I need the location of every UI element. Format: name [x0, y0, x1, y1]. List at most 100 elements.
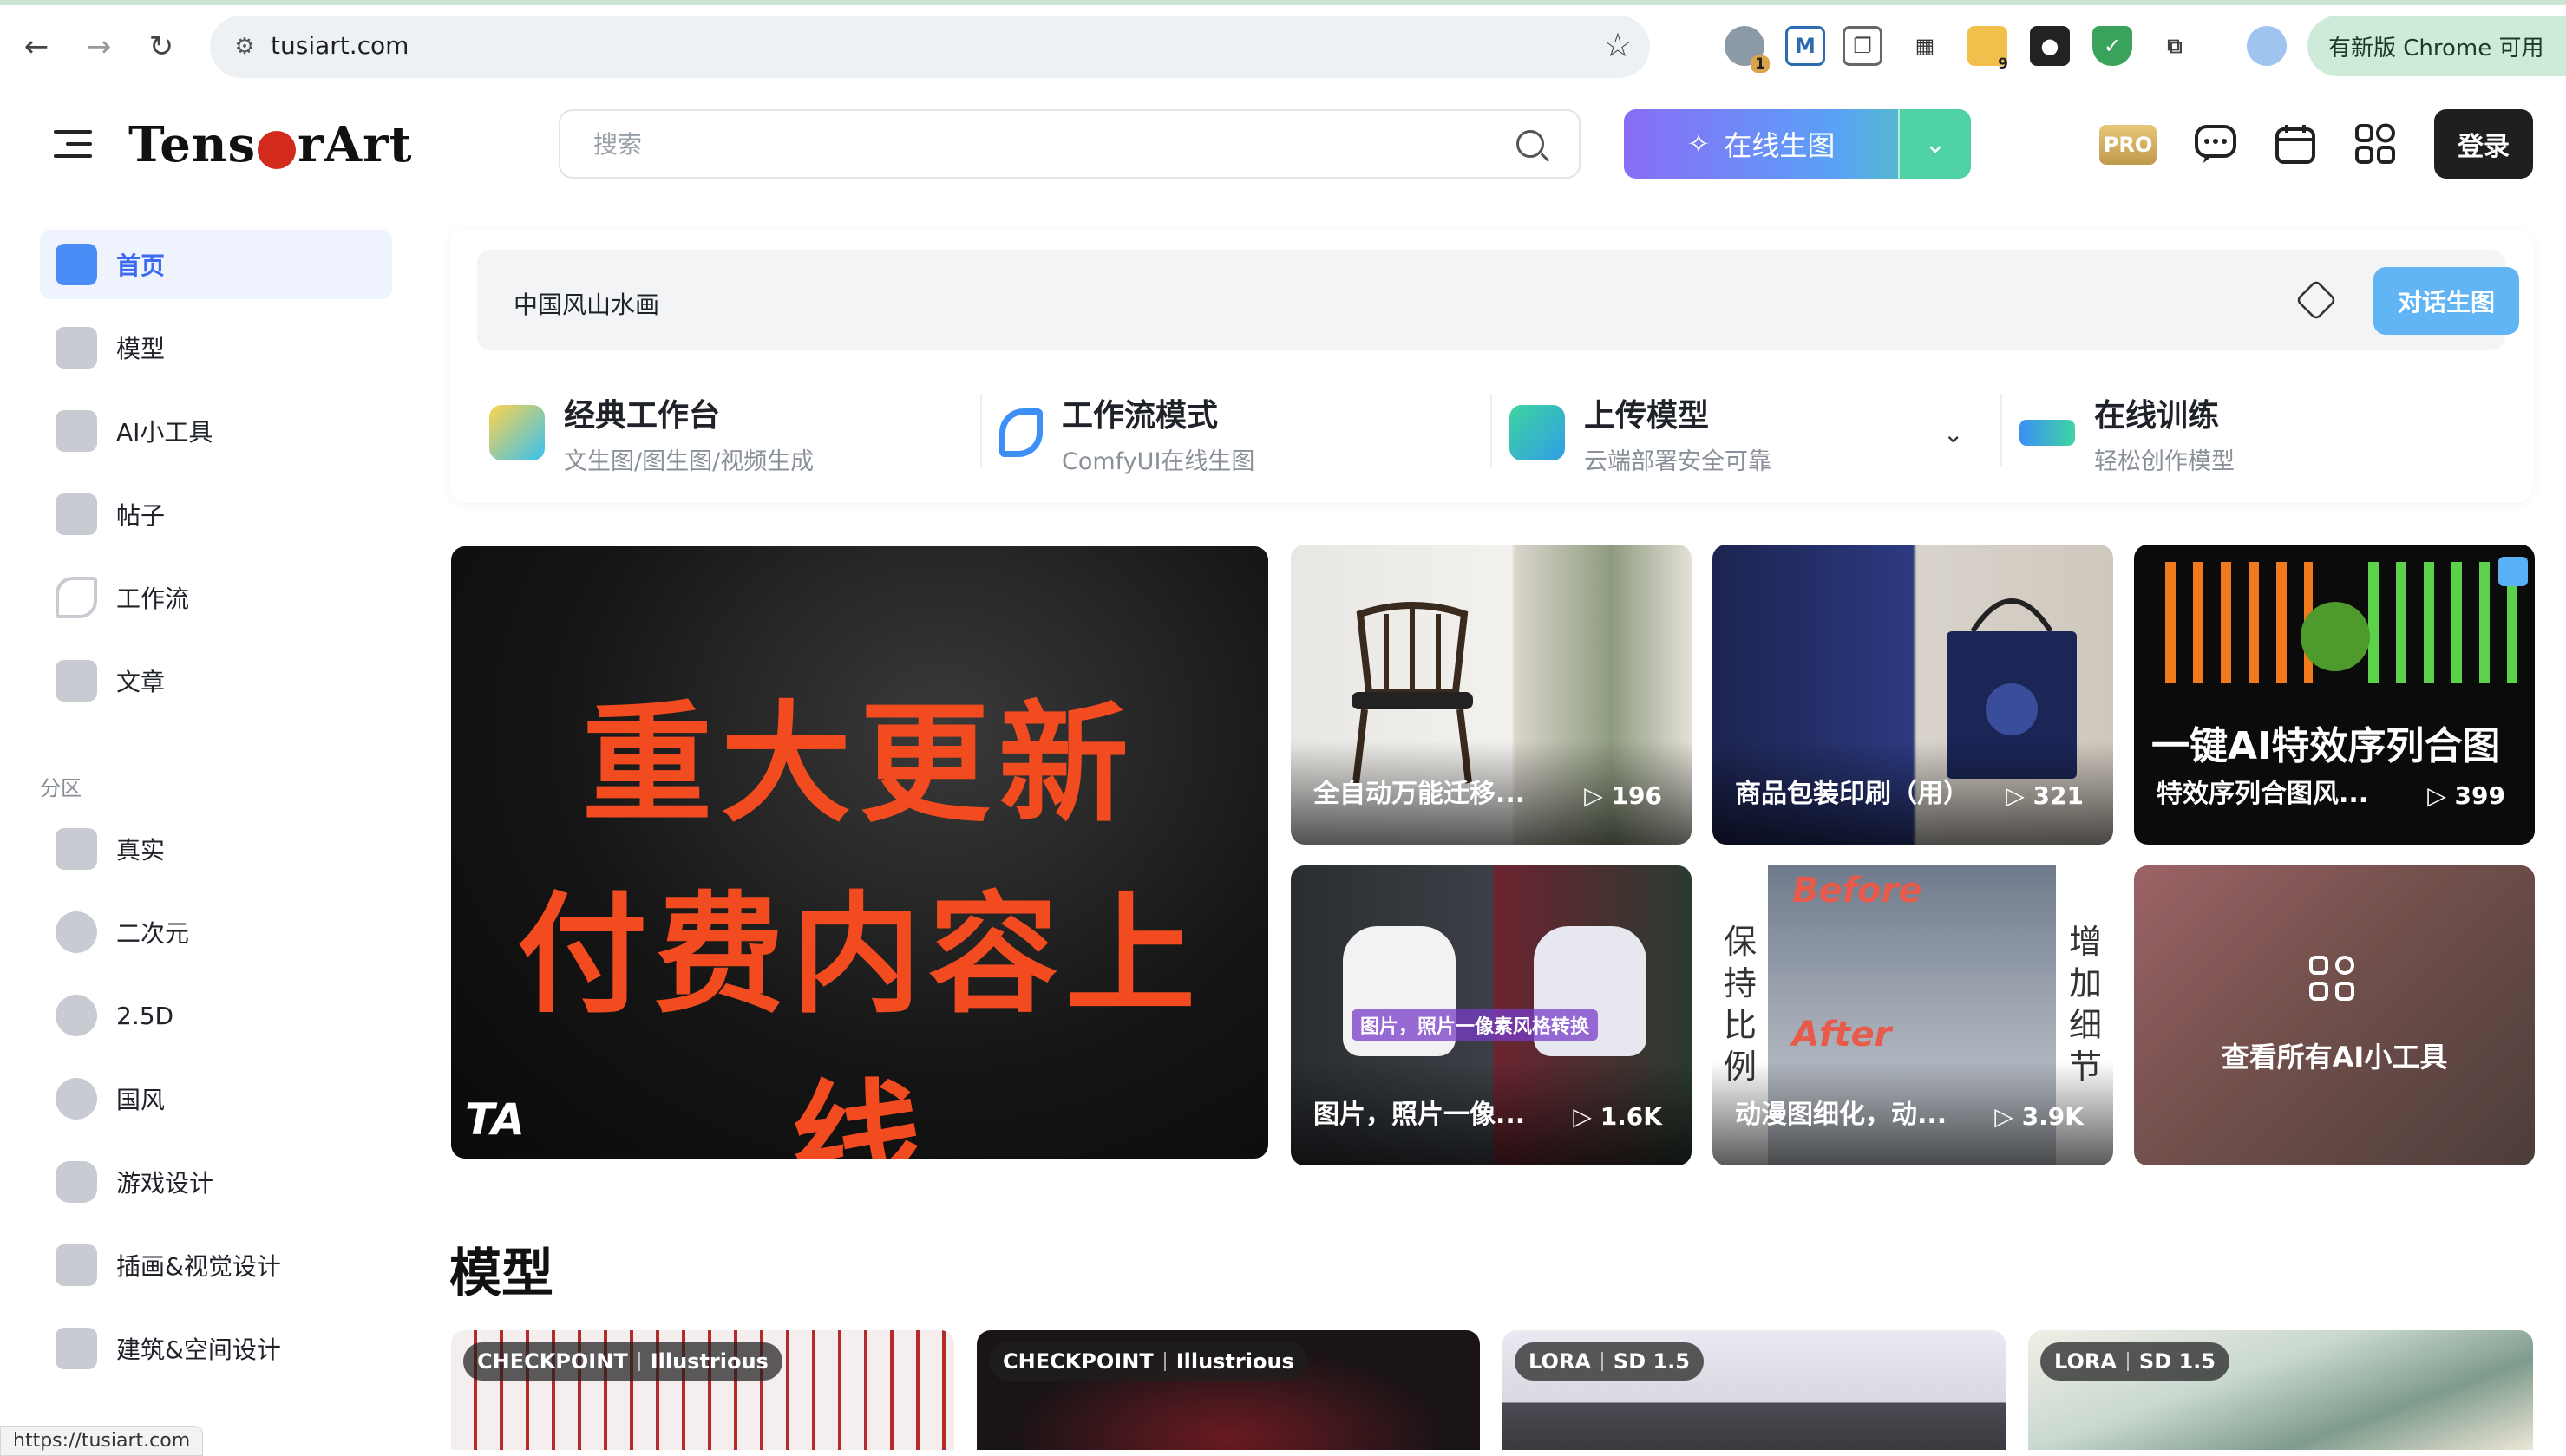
banner-headline: 重大更新	[581, 689, 1137, 840]
extension-qr-icon[interactable]: ▦	[1905, 26, 1945, 66]
article-icon	[56, 660, 97, 702]
banner-brand-logo: TA	[465, 1094, 525, 1145]
sidebar-zone-game-design[interactable]: 游戏设计	[40, 1147, 392, 1217]
model-card[interactable]: CHECKPOINT Illustrious	[451, 1330, 954, 1450]
fire-sprites-image	[2148, 562, 2313, 683]
extension-1-badge: 1	[1751, 55, 1770, 73]
models-section-title: 模型	[449, 1244, 553, 1304]
mode-workflow[interactable]: 工作流模式 ComfyUI在线生图	[999, 385, 1254, 480]
reload-icon[interactable]: ↻	[137, 23, 186, 71]
tool-overlay-title: 图片，照片一像素风格转换	[1352, 1009, 1599, 1041]
search-icon[interactable]	[1516, 130, 1544, 158]
menu-collapse-icon[interactable]	[54, 127, 92, 161]
tool-name: 特效序列合图风...	[2157, 779, 2369, 809]
tool-card-migration[interactable]: 全自动万能迁移... ▷ 196	[1291, 545, 1692, 845]
mode-title: 工作流模式	[1062, 397, 1219, 434]
mode-subtitle: 文生图/图生图/视频生成	[564, 447, 815, 475]
promo-banner[interactable]: 重大更新 付费内容上线 TA	[451, 546, 1268, 1159]
model-type: LORA	[1528, 1349, 1591, 1374]
model-base: Illustrious	[1175, 1349, 1294, 1374]
site-settings-icon[interactable]: ⚙	[226, 28, 264, 66]
url-text[interactable]: tusiart.com	[271, 31, 409, 60]
chevron-down-icon[interactable]: ⌄	[1943, 420, 1963, 448]
model-card[interactable]: CHECKPOINT Illustrious	[977, 1330, 1480, 1450]
site-search[interactable]	[559, 109, 1581, 179]
model-type-tag: LORA SD 1.5	[1515, 1342, 1704, 1381]
sidebar-item-home[interactable]: 首页	[40, 230, 392, 299]
model-card[interactable]: LORA SD 1.5	[1502, 1330, 2006, 1450]
tensorart-logo[interactable]: Tens rArt	[128, 114, 412, 175]
mode-upload-model[interactable]: 上传模型 云端部署安全可靠	[1509, 385, 1771, 480]
sidebar-zone-anime[interactable]: 二次元	[40, 898, 392, 967]
extension-m-icon[interactable]: M	[1785, 26, 1825, 66]
online-generate-main[interactable]: ✧ 在线生图	[1624, 109, 1898, 179]
sidebar-zone-guofeng[interactable]: 国风	[40, 1064, 392, 1133]
model-base: SD 1.5	[1613, 1349, 1690, 1374]
sidebar-item-posts[interactable]: 帖子	[40, 480, 392, 549]
login-button[interactable]: 登录	[2434, 109, 2533, 179]
sidebar-zone-illustration[interactable]: 插画&视觉设计	[40, 1231, 392, 1300]
divider	[1490, 394, 1492, 467]
tool-name: 商品包装印刷（用）	[1735, 779, 1969, 809]
sidebar-zone-architecture[interactable]: 建筑&空间设计	[40, 1314, 392, 1383]
prompt-box[interactable]: 中国风山水画 对话生图	[477, 250, 2519, 350]
pro-badge[interactable]: PRO	[2099, 125, 2157, 165]
sidebar-zone-2-5d[interactable]: 2.5D	[40, 981, 392, 1050]
address-bar[interactable]: ⚙ tusiart.com ☆	[210, 16, 1650, 78]
extension-copy-icon[interactable]: ❐	[1843, 26, 1882, 66]
green-sprites-image	[2351, 562, 2521, 683]
tool-card-anime-refine[interactable]: Before After 保持比例 增加细节 动漫图细化，动... ▷ 3.9K	[1712, 865, 2113, 1165]
dice-random-icon[interactable]	[2294, 278, 2338, 322]
tool-card-packaging[interactable]: 商品包装印刷（用） ▷ 321	[1712, 545, 2113, 845]
quick-create-card: 中国风山水画 对话生图 经典工作台 文生图/图生图/视频生成 工作流模式 Comfy…	[449, 229, 2533, 503]
sidebar-item-models[interactable]: 模型	[40, 313, 392, 382]
bookmark-star-icon[interactable]: ☆	[1603, 26, 1633, 64]
message-icon[interactable]	[2191, 120, 2240, 168]
mode-online-training[interactable]: 在线训练 轻松创作模型	[2019, 385, 2235, 480]
sidebar-item-articles[interactable]: 文章	[40, 646, 392, 715]
extensions-puzzle-icon[interactable]: ⧉	[2155, 26, 2195, 66]
workflow-icon	[56, 577, 97, 618]
chevron-down-icon[interactable]: ⌄	[1898, 109, 1971, 179]
anime-cat-icon	[56, 911, 97, 953]
extension-cat-icon[interactable]: 9	[1967, 26, 2008, 73]
magic-wand-icon: ✧	[1686, 127, 1711, 160]
tool-name: 图片，照片一像...	[1313, 1100, 1526, 1130]
extension-shield-icon[interactable]: ✓	[2092, 26, 2132, 66]
mode-classic-workbench[interactable]: 经典工作台 文生图/图生图/视频生成	[489, 385, 814, 480]
tool-card-pixel-style[interactable]: 图片，照片一像素风格转换 图片，照片一像... ▷ 1.6K	[1291, 865, 1692, 1165]
sidebar-zone-real[interactable]: 真实	[40, 814, 392, 884]
camera-icon	[56, 828, 97, 870]
dumbbell-icon	[2019, 420, 2075, 446]
prompt-input[interactable]: 中国风山水画	[514, 286, 659, 321]
illustration-icon	[56, 1244, 97, 1286]
model-base: SD 1.5	[2138, 1349, 2216, 1374]
sidebar-item-ai-tools[interactable]: AI小工具	[40, 396, 392, 466]
sidebar-item-label: 帖子	[116, 501, 166, 530]
card-dim-overlay	[2134, 865, 2535, 1165]
tool-overlay-title: 一键AI特效序列合图	[2151, 724, 2501, 768]
extension-cat-badge: 9	[1998, 55, 2008, 73]
extension-dark-icon[interactable]: ●	[2030, 26, 2070, 66]
model-card[interactable]: LORA SD 1.5	[2028, 1330, 2533, 1450]
extension-1-icon[interactable]: 1	[1725, 26, 1770, 73]
tool-card-effect-sequence[interactable]: 一键AI特效序列合图 特效序列合图风... ▷ 399	[2134, 545, 2535, 845]
chrome-update-button[interactable]: 有新版 Chrome 可用	[2307, 16, 2566, 76]
calendar-icon[interactable]	[2271, 120, 2320, 168]
sidebar: 首页 模型 AI小工具 帖子 工作流 文章 分区 真实 二次元 2.5D 国风 …	[0, 200, 422, 1450]
forward-icon[interactable]: →	[75, 23, 123, 71]
divider	[2000, 394, 2002, 467]
profile-avatar-icon[interactable]	[2247, 26, 2287, 66]
before-tag: Before	[1792, 871, 1922, 911]
back-icon[interactable]: ←	[12, 23, 61, 71]
sidebar-item-workflows[interactable]: 工作流	[40, 563, 392, 632]
logo-text-left: Tens	[128, 116, 257, 173]
online-generate-button[interactable]: ✧ 在线生图 ⌄	[1624, 109, 1971, 179]
apps-grid-icon[interactable]	[2351, 120, 2399, 168]
sidebar-item-label: 建筑&空间设计	[116, 1335, 281, 1364]
model-type: CHECKPOINT	[477, 1349, 628, 1374]
tool-card-view-all[interactable]: 查看所有AI小工具	[2134, 865, 2535, 1165]
chat-generate-button[interactable]: 对话生图	[2373, 267, 2519, 335]
search-input[interactable]	[593, 127, 1461, 161]
divider	[980, 394, 982, 467]
